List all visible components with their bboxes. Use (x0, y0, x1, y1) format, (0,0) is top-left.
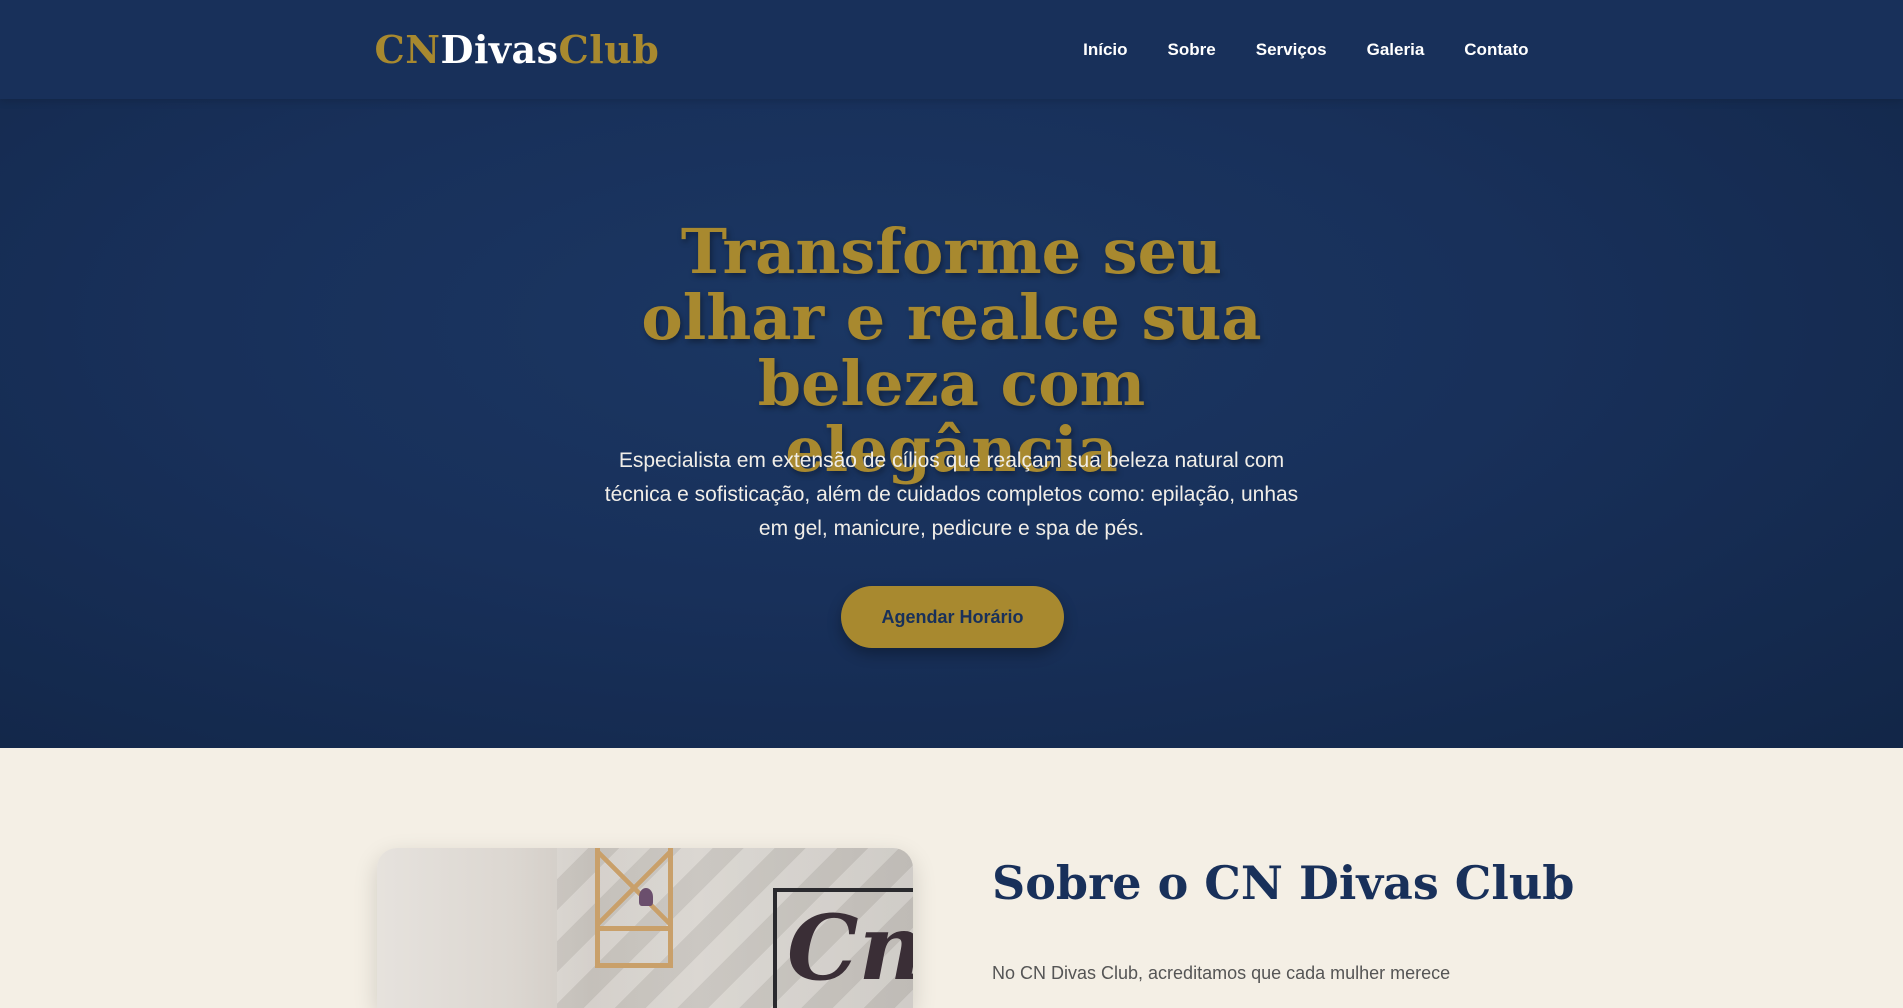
navbar-inner: CNDivasClub Início Sobre Serviços Galeri… (375, 27, 1529, 72)
nav-link-sobre[interactable]: Sobre (1168, 40, 1216, 60)
main-nav: Início Sobre Serviços Galeria Contato (1083, 40, 1528, 60)
logo-part-divas: Divas (440, 27, 559, 72)
wall-sign-lettering: Cn (787, 895, 913, 1001)
about-title: Sobre o CN Divas Club (992, 856, 1575, 910)
nav-link-contato[interactable]: Contato (1464, 40, 1528, 60)
site-logo[interactable]: CNDivasClub (375, 27, 660, 72)
salon-interior-image: Cn (377, 848, 913, 1008)
logo-part-cn: CN (374, 27, 441, 72)
plant-decoration (639, 888, 653, 906)
shelf-board (599, 926, 669, 931)
about-section: Cn Sobre o CN Divas Club No CN Divas Clu… (0, 748, 1903, 1008)
schedule-appointment-button[interactable]: Agendar Horário (841, 586, 1064, 648)
nav-link-galeria[interactable]: Galeria (1367, 40, 1425, 60)
about-text: No CN Divas Club, acreditamos que cada m… (992, 963, 1451, 983)
nav-link-servicos[interactable]: Serviços (1256, 40, 1327, 60)
hero-section: Transforme seu olhar e realce sua beleza… (0, 99, 1903, 748)
hero-subtitle: Especialista em extensão de cílios que r… (604, 449, 1299, 540)
logo-part-club: Club (558, 27, 660, 72)
nav-link-inicio[interactable]: Início (1083, 40, 1127, 60)
wooden-shelf (595, 848, 673, 968)
navbar: CNDivasClub Início Sobre Serviços Galeri… (0, 0, 1903, 99)
